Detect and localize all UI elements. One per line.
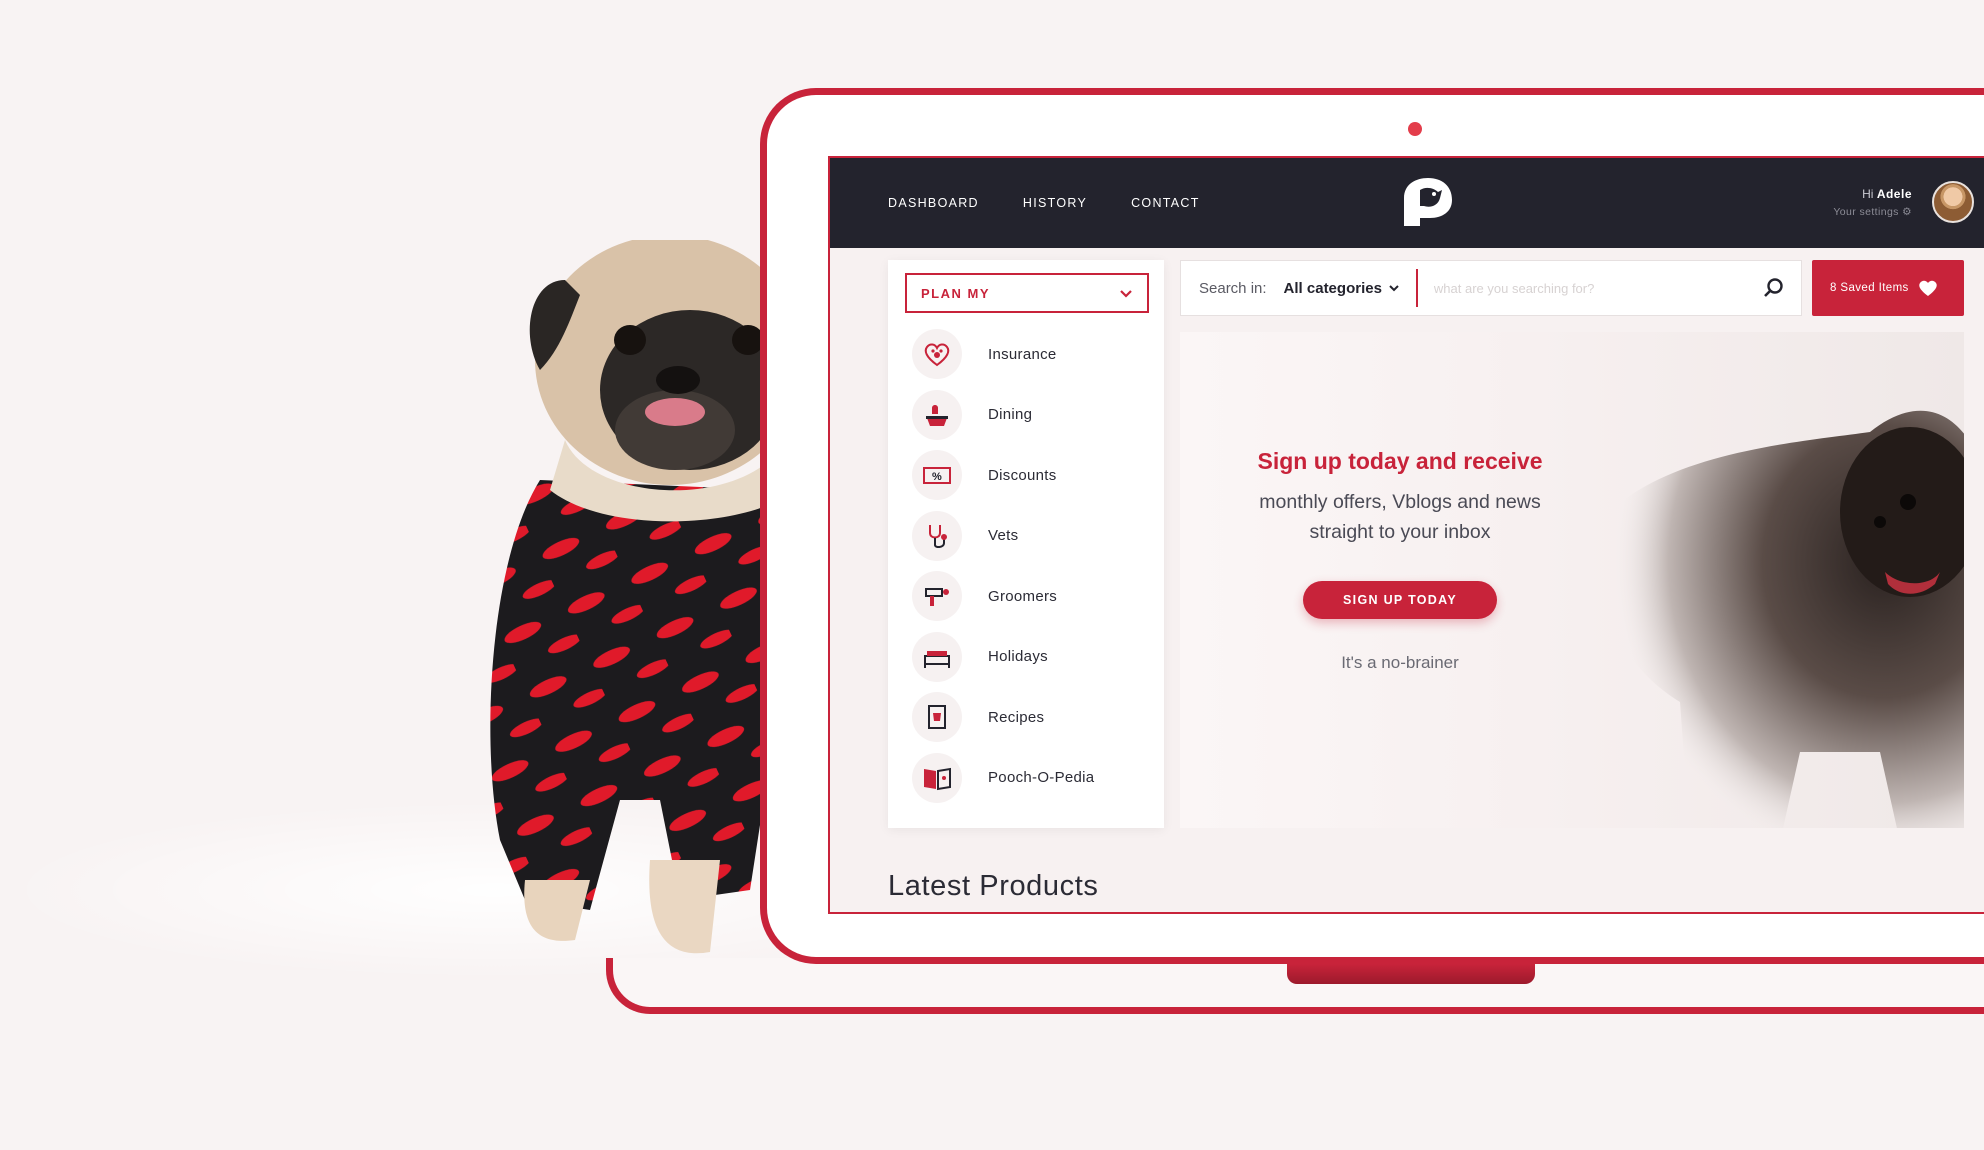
main-nav: DASHBOARD HISTORY CONTACT bbox=[888, 196, 1200, 210]
plan-menu: Insurance Dining % Discounts Vets Groome… bbox=[912, 324, 1152, 808]
plan-item-groomers[interactable]: Groomers bbox=[912, 566, 1152, 627]
plan-item-label: Holidays bbox=[988, 648, 1048, 666]
search-in-label: Search in: bbox=[1199, 279, 1267, 297]
laptop-camera bbox=[1408, 122, 1422, 136]
plan-item-pooch-o-pedia[interactable]: Pooch-O-Pedia bbox=[912, 748, 1152, 809]
nav-dashboard[interactable]: DASHBOARD bbox=[888, 196, 979, 210]
category-selected: All categories bbox=[1283, 279, 1382, 297]
stethoscope-icon bbox=[912, 510, 962, 561]
user-name: Adele bbox=[1876, 187, 1912, 201]
plan-item-holidays[interactable]: Holidays bbox=[912, 627, 1152, 688]
plan-item-vets[interactable]: Vets bbox=[912, 506, 1152, 567]
gear-icon: ⚙ bbox=[1902, 206, 1912, 218]
chevron-down-icon bbox=[1120, 290, 1132, 298]
plan-item-insurance[interactable]: Insurance bbox=[912, 324, 1152, 385]
bed-icon bbox=[912, 631, 962, 682]
nav-contact[interactable]: CONTACT bbox=[1131, 196, 1200, 210]
latest-products-heading: Latest Products bbox=[888, 870, 1099, 902]
search-icon[interactable] bbox=[1763, 277, 1785, 299]
plan-panel: PLAN MY Insurance Dining % Discounts Vet… bbox=[888, 260, 1164, 828]
plan-item-label: Groomers bbox=[988, 587, 1058, 605]
heart-icon bbox=[1918, 280, 1937, 296]
sign-up-button[interactable]: SIGN UP TODAY bbox=[1303, 581, 1497, 619]
search-bar: Search in: All categories bbox=[1180, 260, 1802, 316]
plan-item-recipes[interactable]: Recipes bbox=[912, 687, 1152, 748]
plan-item-label: Dining bbox=[988, 406, 1033, 424]
heart-paw-icon bbox=[912, 329, 962, 380]
hair-dryer-icon bbox=[912, 571, 962, 622]
plan-item-label: Discounts bbox=[988, 466, 1057, 484]
hero-subtitle-line2: straight to your inbox bbox=[1309, 521, 1491, 543]
plan-item-label: Recipes bbox=[988, 708, 1045, 726]
plan-item-discounts[interactable]: % Discounts bbox=[912, 445, 1152, 506]
chevron-down-icon bbox=[1389, 285, 1399, 292]
greeting-text: Hi bbox=[1862, 187, 1874, 201]
plan-my-label: PLAN MY bbox=[921, 285, 990, 301]
plan-item-label: Vets bbox=[988, 527, 1019, 545]
svg-text:%: % bbox=[932, 471, 942, 483]
nav-history[interactable]: HISTORY bbox=[1023, 196, 1087, 210]
saved-items-button[interactable]: 8 Saved Items bbox=[1812, 260, 1964, 316]
hero-subtitle-line1: monthly offers, Vblogs and news bbox=[1259, 491, 1541, 513]
settings-link[interactable]: Your settings ⚙ bbox=[1833, 206, 1912, 218]
hero-subtitle: monthly offers, Vblogs and news straight… bbox=[1180, 487, 1620, 547]
laptop-notch bbox=[1287, 964, 1535, 984]
settings-label: Your settings bbox=[1833, 206, 1899, 218]
hero-title: Sign up today and receive bbox=[1257, 448, 1543, 474]
plan-my-dropdown[interactable]: PLAN MY bbox=[905, 273, 1149, 313]
discount-ticket-icon: % bbox=[912, 450, 962, 501]
recipe-book-icon bbox=[912, 692, 962, 743]
plan-item-dining[interactable]: Dining bbox=[912, 385, 1152, 446]
open-book-icon bbox=[912, 752, 962, 803]
avatar[interactable] bbox=[1932, 181, 1974, 223]
pug-photo bbox=[490, 240, 790, 954]
saved-items-label: 8 Saved Items bbox=[1830, 282, 1909, 294]
search-input[interactable] bbox=[1433, 280, 1734, 296]
app-screen: DASHBOARD HISTORY CONTACT Hi Adele Your … bbox=[828, 156, 1984, 914]
hero-text: Sign up today and receive monthly offers… bbox=[1180, 448, 1620, 673]
category-dropdown[interactable]: All categories bbox=[1284, 280, 1400, 297]
signup-hero: Sign up today and receive monthly offers… bbox=[1180, 332, 1964, 828]
user-hello: Hi Adele bbox=[1833, 187, 1912, 201]
top-header: DASHBOARD HISTORY CONTACT Hi Adele Your … bbox=[830, 158, 1984, 248]
user-greeting[interactable]: Hi Adele Your settings ⚙ bbox=[1833, 187, 1912, 218]
search-divider bbox=[1415, 269, 1418, 307]
food-bowl-icon bbox=[912, 389, 962, 440]
hero-note: It's a no-brainer bbox=[1341, 653, 1459, 672]
plan-item-label: Insurance bbox=[988, 345, 1057, 363]
plan-item-label: Pooch-O-Pedia bbox=[988, 769, 1095, 787]
brand-logo[interactable] bbox=[1398, 176, 1454, 230]
